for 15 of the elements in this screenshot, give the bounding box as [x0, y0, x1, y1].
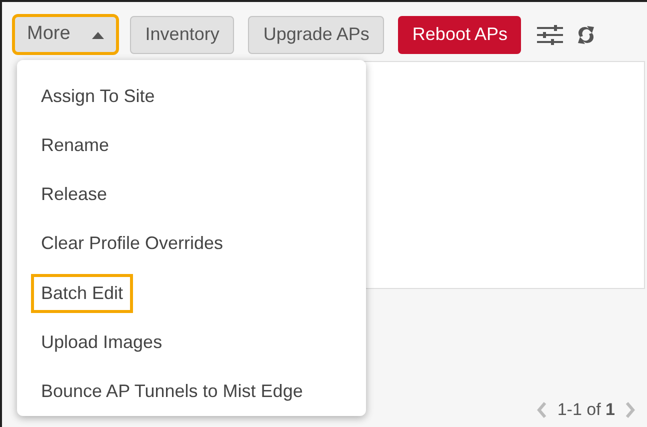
refresh-icon[interactable] [577, 24, 596, 46]
caret-up-icon [92, 30, 104, 38]
menu-item[interactable]: Clear Profile Overrides [34, 227, 230, 260]
menu-item[interactable]: Bounce AP Tunnels to Mist Edge [34, 374, 310, 408]
menu-item[interactable]: Rename [34, 129, 116, 162]
reboot-button[interactable]: Reboot APs [398, 16, 522, 54]
menu-item[interactable]: Assign To Site [34, 80, 162, 114]
toolbar-button[interactable]: Inventory [130, 16, 234, 54]
menu-item[interactable]: Upload Images [34, 326, 170, 359]
settings-sliders-icon[interactable] [537, 24, 564, 46]
toolbar-button[interactable]: Upgrade APs [248, 16, 384, 54]
pagination-text: 1-1 of 1 [557, 399, 615, 421]
menu-item[interactable]: Release [34, 178, 114, 212]
menu-item[interactable]: Batch Edit [34, 276, 130, 310]
more-dropdown-button[interactable]: More [15, 17, 116, 52]
